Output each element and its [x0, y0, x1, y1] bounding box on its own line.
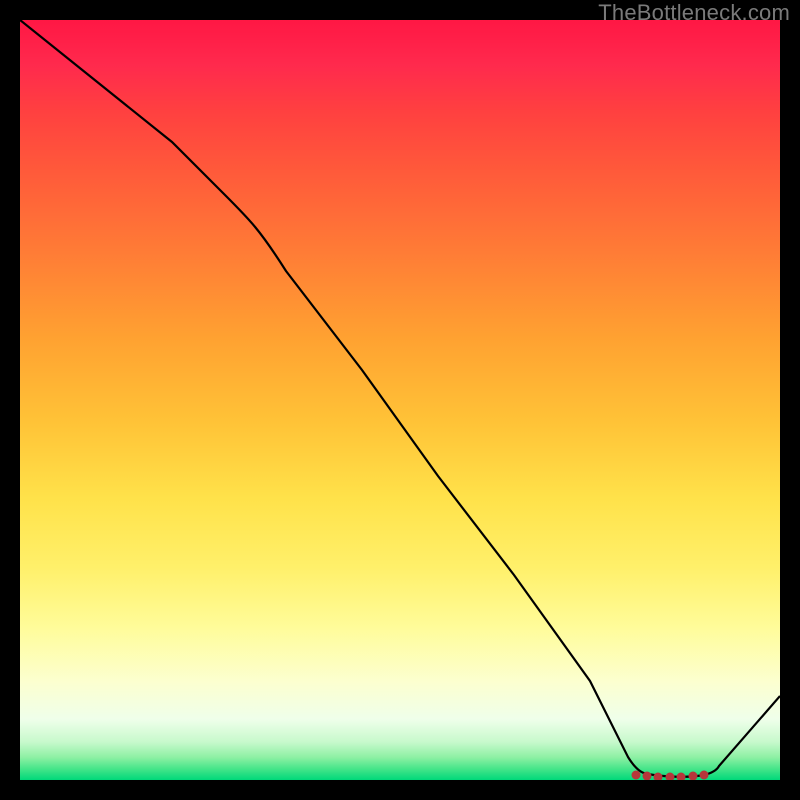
chart-frame: TheBottleneck.com: [0, 0, 800, 800]
gradient-plot-area: [20, 20, 780, 780]
